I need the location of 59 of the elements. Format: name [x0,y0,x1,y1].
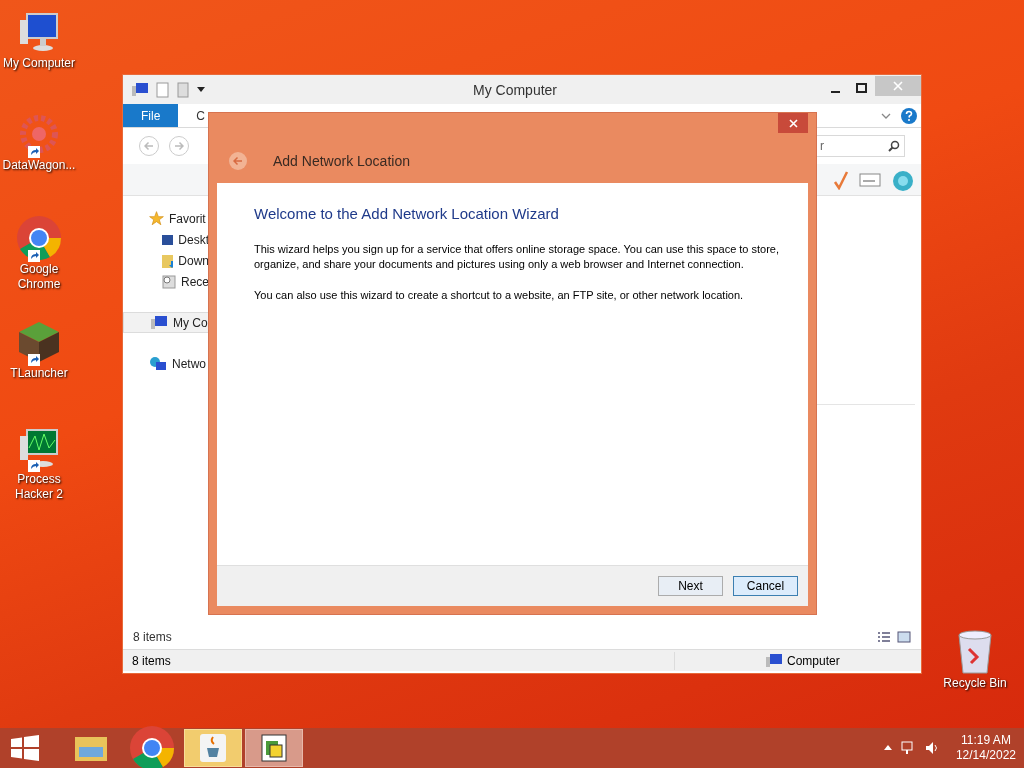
sidebar-item[interactable]: Netwo [123,353,209,374]
help-icon[interactable] [901,107,917,124]
computer-icon[interactable] [131,81,149,98]
network-icon [149,355,167,372]
speaker-icon[interactable] [923,740,940,756]
wizard-text: This wizard helps you sign up for a service that offers online storage space. You can use this space to store, organize, and share your documents and pictures using only a web browser and Internet connection. [254,241,781,272]
sidebar-item[interactable]: Favorit [123,208,209,229]
star-icon [149,211,164,226]
wizard-text: You can also use this wizard to create a shortcut to a website, an FTP site, or other network location. [254,287,745,303]
desktop-icon[interactable]: Recycle Bin [936,628,1014,691]
clock-time[interactable]: 11:19 AM [961,733,1011,748]
gear-icon [17,112,61,156]
ribbon-tab[interactable]: File [123,104,179,127]
desktop-icon [161,232,174,247]
grass-block-icon [17,320,61,364]
desktop-icon[interactable]: Process Hacker 2 [0,424,78,502]
download-folder-icon [161,252,174,269]
sidebar-item[interactable]: My Co [123,312,209,333]
mail-icon[interactable] [859,171,881,188]
network-icon[interactable] [899,740,916,756]
details-view-icon[interactable] [877,631,891,643]
taskbar-app[interactable] [184,729,242,767]
recycle-bin-icon [955,629,995,675]
dropdown-caret-icon[interactable] [197,86,205,93]
status-count: 8 items [123,651,675,670]
chrome-icon [15,214,63,262]
computer-icon [17,10,61,54]
close-button[interactable] [778,113,808,133]
wizard-heading: Welcome to the Add Network Location Wizard [254,204,560,224]
close-icon [893,80,903,91]
thumbnail-view-icon[interactable] [897,631,911,643]
computer-icon [765,652,783,669]
status-location: Computer [787,652,840,670]
wizard-button[interactable]: Cancel [733,576,798,596]
desktop-icon[interactable]: DataWagon... [0,110,78,173]
app-icon [260,733,288,763]
desktop-icon[interactable]: My Computer [0,8,78,71]
sidebar-item[interactable]: Down [123,250,209,271]
search-icon[interactable] [888,140,900,152]
recent-places-icon [161,273,176,290]
window-title: My Computer [473,81,558,100]
taskbar-app[interactable] [245,729,303,767]
close-icon [788,118,798,128]
show-hidden-icons-caret-icon[interactable] [883,745,892,751]
clock-date[interactable]: 12/14/2022 [955,748,1016,763]
coffee-cup-icon [198,732,228,764]
sidebar-item[interactable]: Deskt [123,229,209,250]
desktop-icon[interactable]: Google Chrome [0,214,78,292]
dialog-title: Add Network Location [273,152,410,171]
computer-icon [150,314,168,331]
chevron-down-icon[interactable] [881,112,891,119]
chrome-icon [128,724,176,768]
item-count: 8 items [133,629,172,646]
wizard-button[interactable]: Next [658,576,723,596]
windows-start-icon[interactable] [11,735,39,761]
sidebar-item[interactable]: Rece [123,271,209,292]
desktop-icon[interactable]: TLauncher [0,318,78,381]
check-icon[interactable] [833,169,849,190]
monitor-icon [17,426,61,470]
